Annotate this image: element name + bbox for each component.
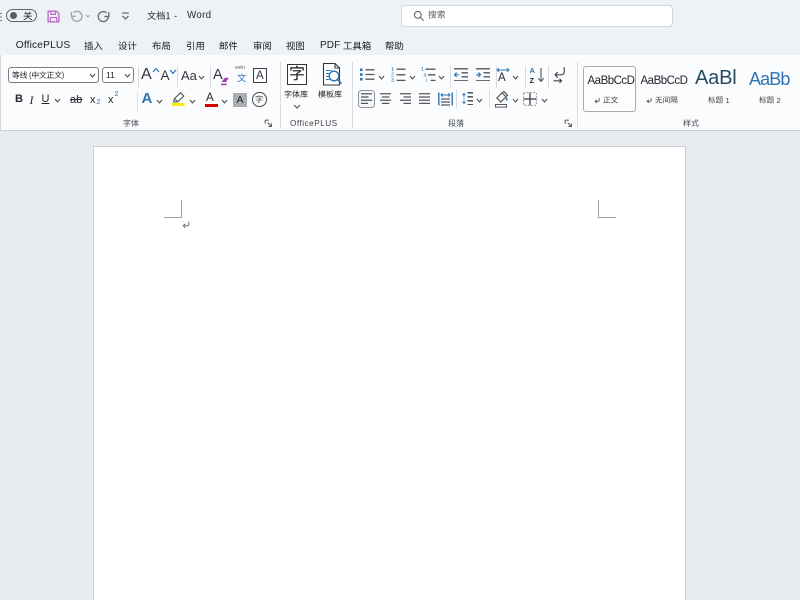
- svg-text:3: 3: [391, 78, 394, 82]
- svg-text:i: i: [426, 78, 427, 82]
